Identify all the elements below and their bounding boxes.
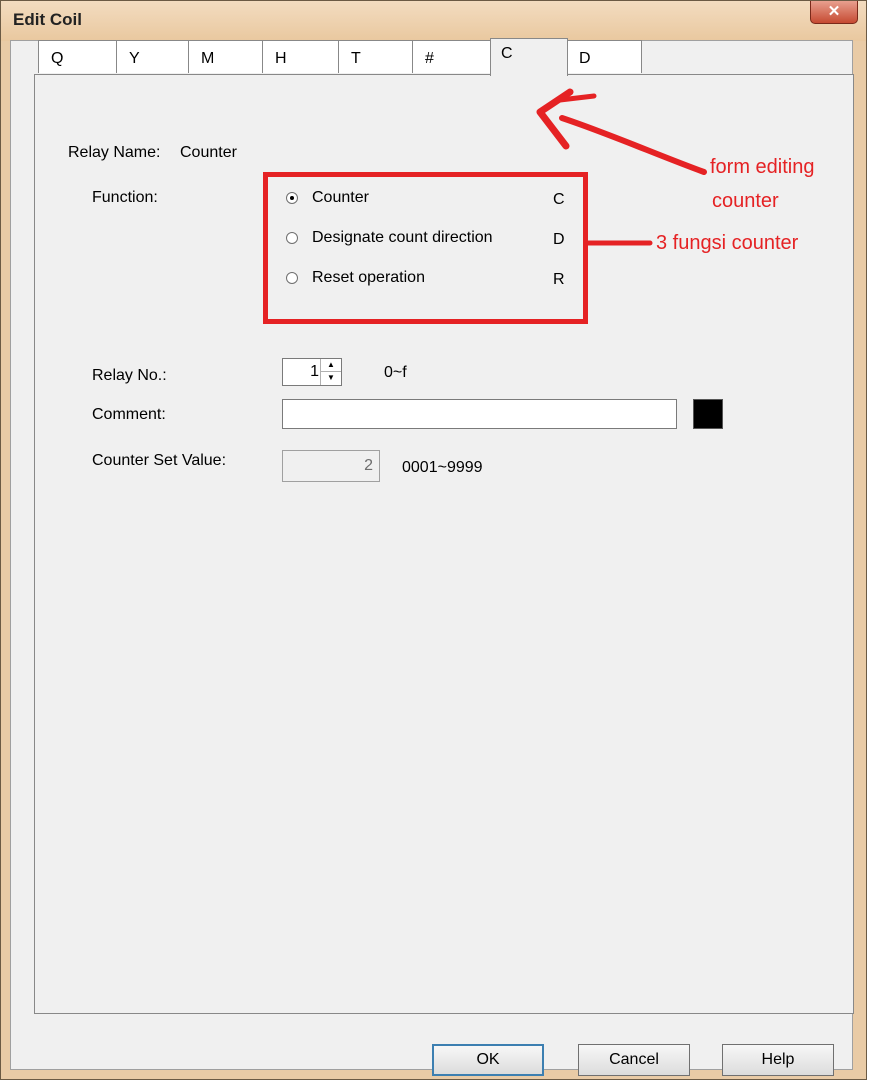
annotation-box-note: 3 fungsi counter [656, 232, 799, 254]
annotation-note-line2: counter [712, 190, 779, 212]
tab-label: C [501, 45, 513, 62]
tab-c[interactable]: C [490, 38, 568, 76]
annotation-note-line1: form editing [710, 156, 815, 178]
annotation-arrow-shaft [559, 115, 707, 175]
